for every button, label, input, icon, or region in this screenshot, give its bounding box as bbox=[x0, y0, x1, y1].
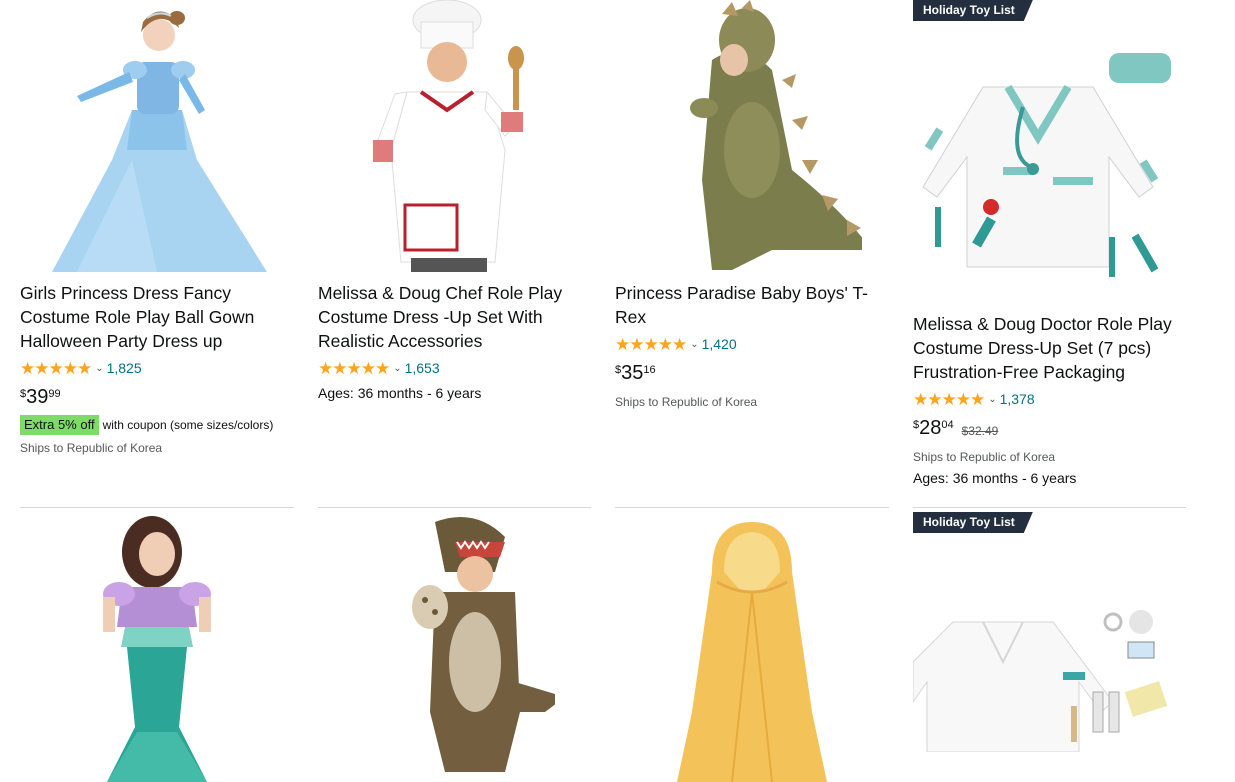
row-divider bbox=[318, 507, 591, 508]
price-fraction: 16 bbox=[643, 364, 656, 376]
star-rating-icon[interactable]: ★★★★★ bbox=[318, 360, 390, 377]
price-whole: 35 bbox=[621, 362, 644, 384]
product-card-chef-set[interactable]: Melissa & Doug Chef Role Play Costume Dr… bbox=[318, 0, 592, 401]
product-card-mermaid[interactable] bbox=[20, 512, 294, 782]
product-image-doctor-set[interactable] bbox=[913, 0, 1187, 303]
price[interactable]: $ 28 04 $32.49 bbox=[913, 416, 1187, 444]
product-title[interactable]: Melissa & Doug Doctor Role Play Costume … bbox=[913, 314, 1172, 382]
row-divider bbox=[913, 507, 1186, 508]
coupon-text: with coupon (some sizes/colors) bbox=[102, 418, 274, 432]
product-card-princess-dress[interactable]: Girls Princess Dress Fancy Costume Role … bbox=[20, 0, 294, 455]
age-range: Ages: 36 months - 6 years bbox=[318, 385, 482, 401]
product-card-yellow-cape[interactable] bbox=[615, 512, 889, 782]
coupon-badge: Extra 5% off bbox=[20, 415, 99, 435]
shipping-text: Ships to Republic of Korea bbox=[913, 450, 1056, 464]
price-fraction: 99 bbox=[48, 388, 61, 400]
shipping-text: Ships to Republic of Korea bbox=[615, 395, 758, 409]
rating-row: ★★★★★ ⌄ 1,378 bbox=[913, 388, 1187, 410]
product-image-yellow-cape[interactable] bbox=[615, 512, 889, 782]
age-range: Ages: 36 months - 6 years bbox=[913, 470, 1077, 486]
product-image-t-rex-toddler[interactable] bbox=[318, 512, 592, 782]
chevron-down-icon[interactable]: ⌄ bbox=[393, 363, 401, 374]
product-image-chef-set[interactable] bbox=[318, 0, 592, 272]
coupon-row: Extra 5% off with coupon (some sizes/col… bbox=[20, 415, 294, 435]
rating-row: ★★★★★ ⌄ 1,420 bbox=[615, 333, 889, 355]
shipping-text: Ships to Republic of Korea bbox=[20, 441, 163, 455]
rating-count-link[interactable]: 1,653 bbox=[405, 360, 440, 376]
product-title[interactable]: Girls Princess Dress Fancy Costume Role … bbox=[20, 283, 254, 351]
star-rating-icon[interactable]: ★★★★★ bbox=[20, 360, 92, 377]
product-title[interactable]: Melissa & Doug Chef Role Play Costume Dr… bbox=[318, 283, 562, 351]
product-card-t-rex-baby[interactable]: Princess Paradise Baby Boys' T-Rex ★★★★★… bbox=[615, 0, 889, 409]
product-image-mermaid[interactable] bbox=[20, 512, 294, 782]
chevron-down-icon[interactable]: ⌄ bbox=[95, 363, 103, 374]
product-image-princess-dress[interactable] bbox=[20, 0, 294, 272]
product-image-t-rex-baby[interactable] bbox=[615, 0, 889, 272]
product-card-doctor-set[interactable]: Holiday Toy List Melissa & Doug Doctor R… bbox=[913, 0, 1187, 486]
price[interactable]: $ 39 99 bbox=[20, 385, 294, 413]
product-title[interactable]: Princess Paradise Baby Boys' T-Rex bbox=[615, 283, 868, 327]
star-rating-icon[interactable]: ★★★★★ bbox=[615, 336, 687, 353]
price-whole: 28 bbox=[919, 417, 942, 439]
row-divider bbox=[615, 507, 889, 508]
rating-count-link[interactable]: 1,420 bbox=[702, 336, 737, 352]
rating-row: ★★★★★ ⌄ 1,653 bbox=[318, 357, 592, 379]
rating-count-link[interactable]: 1,378 bbox=[1000, 391, 1035, 407]
chevron-down-icon[interactable]: ⌄ bbox=[988, 394, 996, 405]
price[interactable]: $ 35 16 bbox=[615, 361, 889, 389]
price-fraction: 04 bbox=[941, 419, 954, 431]
list-price: $32.49 bbox=[961, 424, 999, 438]
rating-row: ★★★★★ ⌄ 1,825 bbox=[20, 357, 294, 379]
price-whole: 39 bbox=[26, 386, 49, 408]
star-rating-icon[interactable]: ★★★★★ bbox=[913, 391, 985, 408]
product-image-lab-coat-set[interactable] bbox=[913, 512, 1187, 782]
chevron-down-icon[interactable]: ⌄ bbox=[690, 339, 698, 350]
product-card-lab-coat-set[interactable]: Holiday Toy List bbox=[913, 512, 1187, 782]
product-card-t-rex-toddler[interactable] bbox=[318, 512, 592, 782]
rating-count-link[interactable]: 1,825 bbox=[107, 360, 142, 376]
row-divider bbox=[20, 507, 294, 508]
